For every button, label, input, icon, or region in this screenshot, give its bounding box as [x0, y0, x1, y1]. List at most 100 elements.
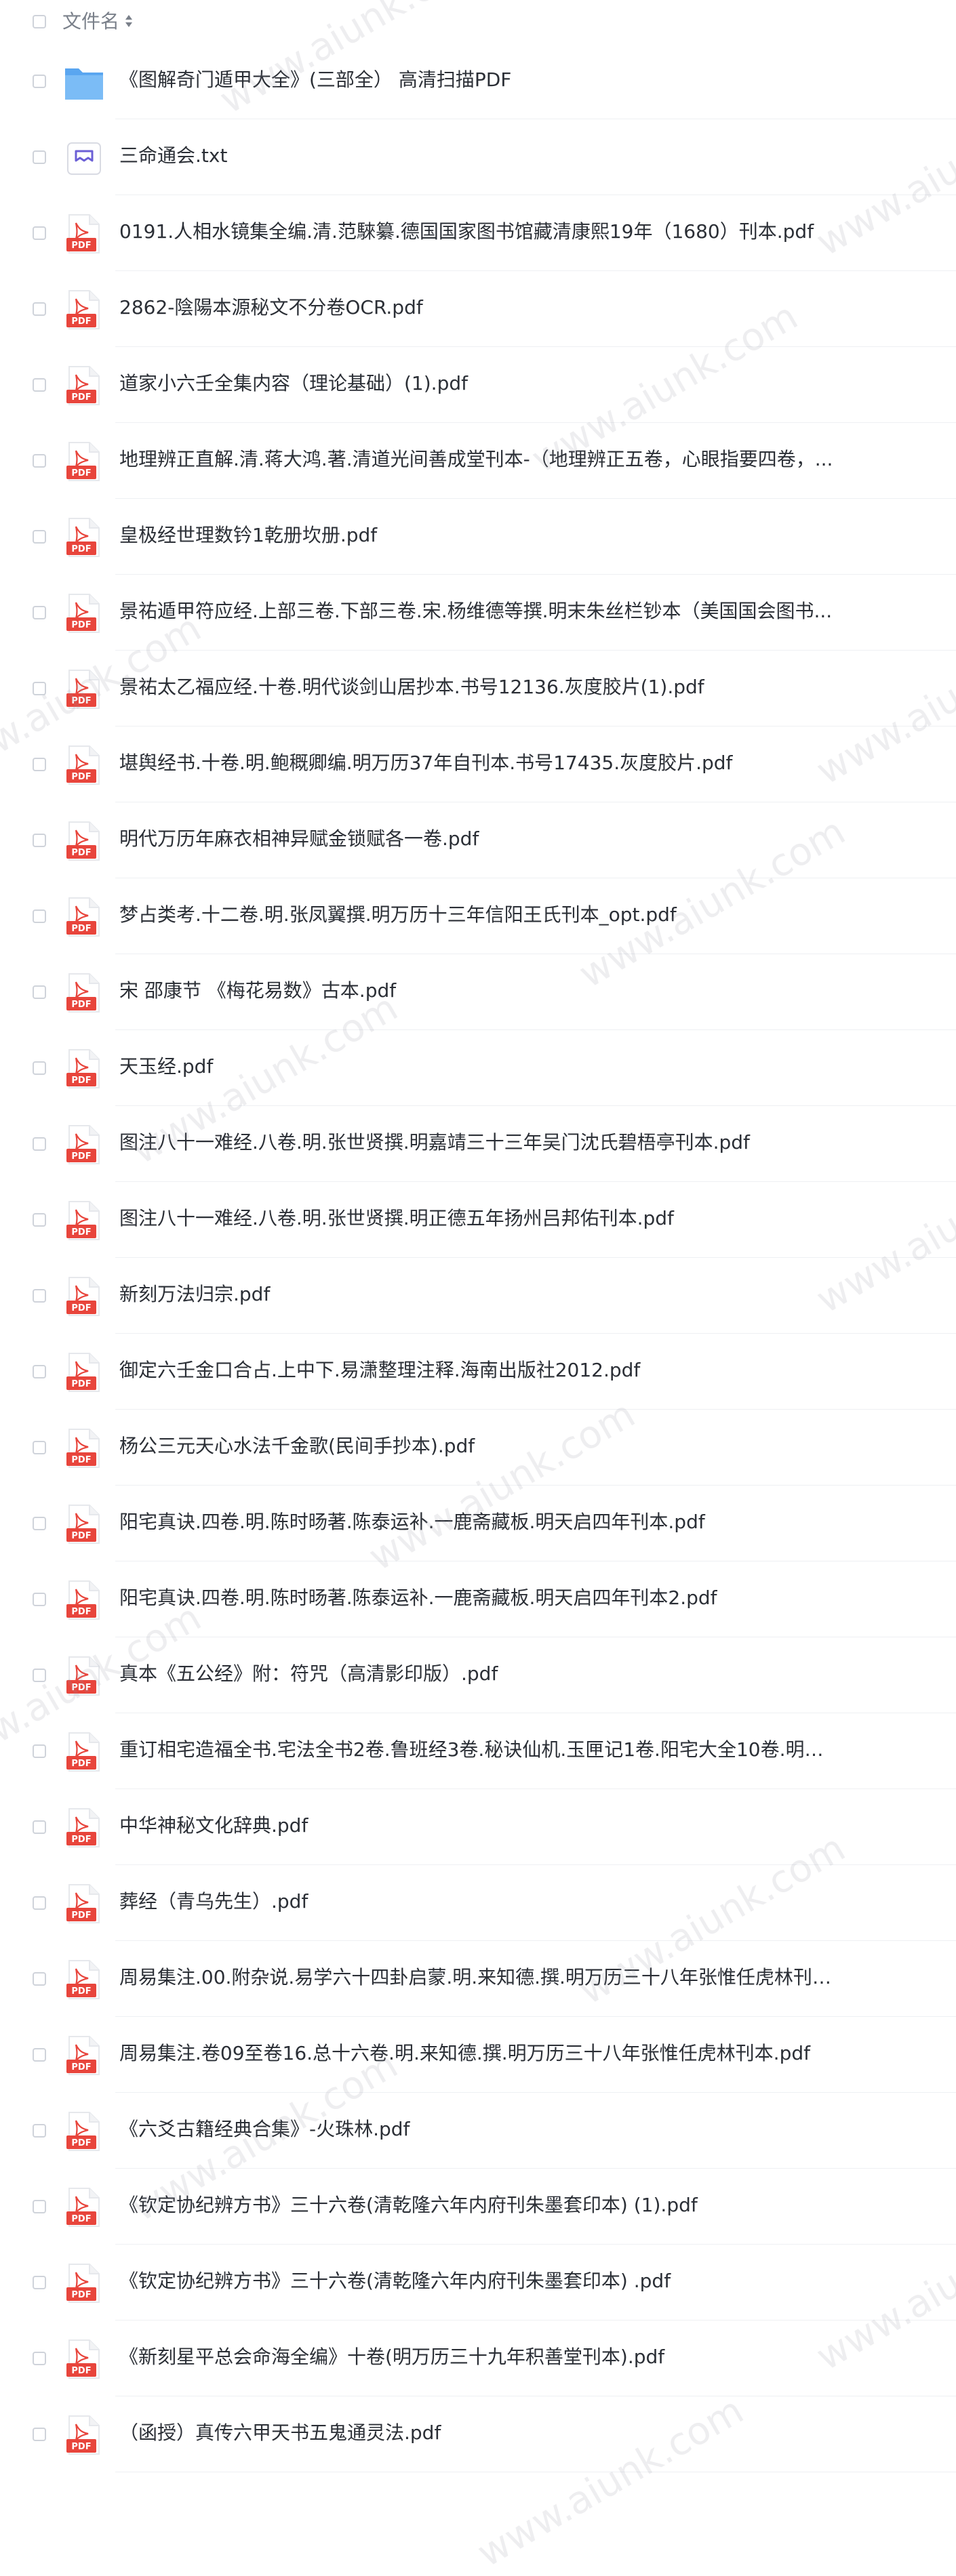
file-name[interactable]: 《新刻星平总会命海全编》十卷(明万历三十九年积善堂刊本).pdf — [119, 2344, 838, 2371]
row-checkbox[interactable] — [33, 606, 46, 619]
file-name[interactable]: 堪舆经书.十卷.明.鲍穊卿编.明万历37年自刊本.书号17435.灰度胶片.pd… — [119, 750, 838, 777]
row-checkbox[interactable] — [33, 1061, 46, 1075]
row-checkbox[interactable] — [33, 2200, 46, 2213]
row-checkbox[interactable] — [33, 2276, 46, 2289]
file-row[interactable]: PDF 道家小六壬全集内容（理论基础）(1).pdf — [0, 347, 956, 423]
file-name[interactable]: （函授）真传六甲天书五鬼通灵法.pdf — [119, 2419, 838, 2447]
file-name[interactable]: 图注八十一难经.八卷.明.张世贤撰.明嘉靖三十三年吴门沈氏碧梧亭刊本.pdf — [119, 1129, 838, 1156]
row-checkbox[interactable] — [33, 1744, 46, 1758]
file-row[interactable]: PDF 杨公三元天心水法千金歌(民间手抄本).pdf — [0, 1410, 956, 1486]
file-row[interactable]: PDF 地理辨正直解.清.蒋大鸿.著.清道光间善成堂刊本-（地理辨正五卷，心眼指要… — [0, 423, 956, 499]
file-row[interactable]: PDF 葬经（青乌先生）.pdf — [0, 1865, 956, 1941]
row-checkbox[interactable] — [33, 1972, 46, 1986]
file-row[interactable]: PDF （函授）真传六甲天书五鬼通灵法.pdf — [0, 2396, 956, 2472]
row-checkbox[interactable] — [33, 226, 46, 240]
row-checkbox[interactable] — [33, 1137, 46, 1151]
file-name[interactable]: 0191.人相水镜集全编.清.范騋纂.德国国家图书馆藏清康熙19年（1680）刊… — [119, 218, 838, 245]
row-checkbox[interactable] — [33, 1213, 46, 1227]
file-row[interactable]: PDF 周易集注.00.附杂说.易学六十四卦启蒙.明.来知德.撰.明万历三十八年张… — [0, 1941, 956, 2017]
row-checkbox[interactable] — [33, 2048, 46, 2062]
file-name[interactable]: 皇极经世理数钤1乾册坎册.pdf — [119, 522, 838, 549]
row-checkbox[interactable] — [33, 454, 46, 468]
file-row[interactable]: PDF 2862-陰陽本源秘文不分卷OCR.pdf — [0, 271, 956, 347]
row-checkbox[interactable] — [33, 1820, 46, 1834]
file-name[interactable]: 天玉经.pdf — [119, 1053, 838, 1080]
file-name[interactable]: 葬经（青乌先生）.pdf — [119, 1888, 838, 1915]
file-name[interactable]: 梦占类考.十二卷.明.张凤翼撰.明万历十三年信阳王氏刊本_opt.pdf — [119, 901, 838, 928]
file-row[interactable]: PDF 梦占类考.十二卷.明.张凤翼撰.明万历十三年信阳王氏刊本_opt.pdf — [0, 878, 956, 954]
row-checkbox[interactable] — [33, 378, 46, 392]
file-row[interactable]: PDF 图注八十一难经.八卷.明.张世贤撰.明嘉靖三十三年吴门沈氏碧梧亭刊本.pd… — [0, 1106, 956, 1182]
select-all-checkbox[interactable] — [33, 15, 46, 28]
row-checkbox[interactable] — [33, 2352, 46, 2365]
file-name[interactable]: 真本《五公经》附：符咒（高清影印版）.pdf — [119, 1660, 838, 1688]
row-checkbox[interactable] — [33, 75, 46, 88]
file-name[interactable]: 2862-陰陽本源秘文不分卷OCR.pdf — [119, 294, 838, 321]
file-row[interactable]: PDF 图注八十一难经.八卷.明.张世贤撰.明正德五年扬州吕邦佑刊本.pdf — [0, 1182, 956, 1258]
file-name[interactable]: 杨公三元天心水法千金歌(民间手抄本).pdf — [119, 1433, 838, 1460]
file-row[interactable]: PDF 景祐遁甲符应经.上部三卷.下部三卷.宋.杨维德等撰.明末朱丝栏钞本（美国国… — [0, 575, 956, 651]
row-checkbox[interactable] — [33, 1517, 46, 1530]
file-name[interactable]: 《图解奇门遁甲大全》(三部全） 高清扫描PDF — [119, 66, 838, 94]
file-row[interactable]: PDF 中华神秘文化辞典.pdf — [0, 1789, 956, 1865]
file-row[interactable]: 三命通会.txt — [0, 119, 956, 195]
file-name[interactable]: 阳宅真诀.四卷.明.陈时旸著.陈泰运补.一鹿斋藏板.明天启四年刊本.pdf — [119, 1509, 838, 1536]
row-checkbox[interactable] — [33, 1896, 46, 1910]
file-name[interactable]: 《钦定协纪辨方书》三十六卷(清乾隆六年内府刊朱墨套印本) (1).pdf — [119, 2192, 838, 2219]
file-row[interactable]: PDF 明代万历年麻衣相神异赋金锁赋各一卷.pdf — [0, 802, 956, 878]
file-name[interactable]: 阳宅真诀.四卷.明.陈时旸著.陈泰运补.一鹿斋藏板.明天启四年刊本2.pdf — [119, 1585, 838, 1612]
row-checkbox[interactable] — [33, 909, 46, 923]
file-row[interactable]: PDF 真本《五公经》附：符咒（高清影印版）.pdf — [0, 1637, 956, 1713]
file-name[interactable]: 明代万历年麻衣相神异赋金锁赋各一卷.pdf — [119, 825, 838, 853]
file-name[interactable]: 地理辨正直解.清.蒋大鸿.著.清道光间善成堂刊本-（地理辨正五卷，心眼指要四卷，… — [119, 446, 838, 473]
file-row[interactable]: PDF 皇极经世理数钤1乾册坎册.pdf — [0, 499, 956, 575]
file-name[interactable]: 宋 邵康节 《梅花易数》古本.pdf — [119, 977, 838, 1004]
file-row[interactable]: PDF 新刻万法归宗.pdf — [0, 1258, 956, 1334]
file-name[interactable]: 景祐太乙福应经.十卷.明代谈剑山居抄本.书号12136.灰度胶片(1).pdf — [119, 674, 838, 701]
file-name[interactable]: 景祐遁甲符应经.上部三卷.下部三卷.宋.杨维德等撰.明末朱丝栏钞本（美国国会图书… — [119, 598, 838, 625]
row-checkbox[interactable] — [33, 2124, 46, 2138]
file-row[interactable]: PDF 0191.人相水镜集全编.清.范騋纂.德国国家图书馆藏清康熙19年（168… — [0, 195, 956, 271]
row-checkbox[interactable] — [33, 150, 46, 164]
row-checkbox[interactable] — [33, 834, 46, 847]
row-checkbox[interactable] — [33, 758, 46, 771]
row-checkbox[interactable] — [33, 985, 46, 999]
file-row[interactable]: PDF 宋 邵康节 《梅花易数》古本.pdf — [0, 954, 956, 1030]
file-row[interactable]: PDF 阳宅真诀.四卷.明.陈时旸著.陈泰运补.一鹿斋藏板.明天启四年刊本.pdf — [0, 1486, 956, 1561]
file-name[interactable]: 中华神秘文化辞典.pdf — [119, 1812, 838, 1839]
file-row[interactable]: PDF 重订相宅造福全书.宅法全书2卷.鲁班经3卷.秘诀仙机.玉匣记1卷.阳宅大全… — [0, 1713, 956, 1789]
file-name[interactable]: 道家小六壬全集内容（理论基础）(1).pdf — [119, 370, 838, 397]
file-name[interactable]: 《六爻古籍经典合集》-火珠林.pdf — [119, 2116, 838, 2143]
file-row[interactable]: 《图解奇门遁甲大全》(三部全） 高清扫描PDF — [0, 43, 956, 119]
row-checkbox[interactable] — [33, 1365, 46, 1378]
row-checkbox[interactable] — [33, 530, 46, 544]
file-name[interactable]: 三命通会.txt — [119, 142, 838, 169]
file-row[interactable]: PDF 御定六壬金口合占.上中下.易潇整理注释.海南出版社2012.pdf — [0, 1334, 956, 1410]
file-row[interactable]: PDF 景祐太乙福应经.十卷.明代谈剑山居抄本.书号12136.灰度胶片(1).p… — [0, 651, 956, 727]
file-row[interactable]: PDF 天玉经.pdf — [0, 1030, 956, 1106]
file-row[interactable]: PDF 堪舆经书.十卷.明.鲍穊卿编.明万历37年自刊本.书号17435.灰度胶片… — [0, 727, 956, 802]
file-row[interactable]: PDF 《六爻古籍经典合集》-火珠林.pdf — [0, 2093, 956, 2169]
row-checkbox[interactable] — [33, 302, 46, 316]
file-row[interactable]: PDF 《钦定协纪辨方书》三十六卷(清乾隆六年内府刊朱墨套印本) (1).pdf — [0, 2169, 956, 2245]
sort-icon[interactable] — [125, 13, 133, 29]
row-checkbox[interactable] — [33, 2428, 46, 2441]
pdf-file-icon: PDF — [64, 212, 104, 255]
name-column-header[interactable]: 文件名 — [62, 9, 119, 34]
file-name[interactable]: 周易集注.00.附杂说.易学六十四卦启蒙.明.来知德.撰.明万历三十八年张惟任虎… — [119, 1964, 838, 1991]
file-name[interactable]: 图注八十一难经.八卷.明.张世贤撰.明正德五年扬州吕邦佑刊本.pdf — [119, 1205, 838, 1232]
row-checkbox[interactable] — [33, 1669, 46, 1682]
file-name[interactable]: 《钦定协纪辨方书》三十六卷(清乾隆六年内府刊朱墨套印本) .pdf — [119, 2268, 838, 2295]
row-checkbox[interactable] — [33, 1593, 46, 1606]
file-row[interactable]: PDF 《新刻星平总会命海全编》十卷(明万历三十九年积善堂刊本).pdf — [0, 2321, 956, 2396]
row-checkbox[interactable] — [33, 1289, 46, 1303]
file-row[interactable]: PDF 《钦定协纪辨方书》三十六卷(清乾隆六年内府刊朱墨套印本) .pdf — [0, 2245, 956, 2321]
row-checkbox[interactable] — [33, 1441, 46, 1454]
file-name[interactable]: 重订相宅造福全书.宅法全书2卷.鲁班经3卷.秘诀仙机.玉匣记1卷.阳宅大全10卷… — [119, 1736, 838, 1763]
file-name[interactable]: 周易集注.卷09至卷16.总十六卷.明.来知德.撰.明万历三十八年张惟任虎林刊本… — [119, 2040, 838, 2067]
file-row[interactable]: PDF 阳宅真诀.四卷.明.陈时旸著.陈泰运补.一鹿斋藏板.明天启四年刊本2.pd… — [0, 1561, 956, 1637]
row-checkbox[interactable] — [33, 682, 46, 695]
file-name[interactable]: 御定六壬金口合占.上中下.易潇整理注释.海南出版社2012.pdf — [119, 1357, 838, 1384]
file-name[interactable]: 新刻万法归宗.pdf — [119, 1281, 838, 1308]
file-row[interactable]: PDF 周易集注.卷09至卷16.总十六卷.明.来知德.撰.明万历三十八年张惟任虎… — [0, 2017, 956, 2093]
